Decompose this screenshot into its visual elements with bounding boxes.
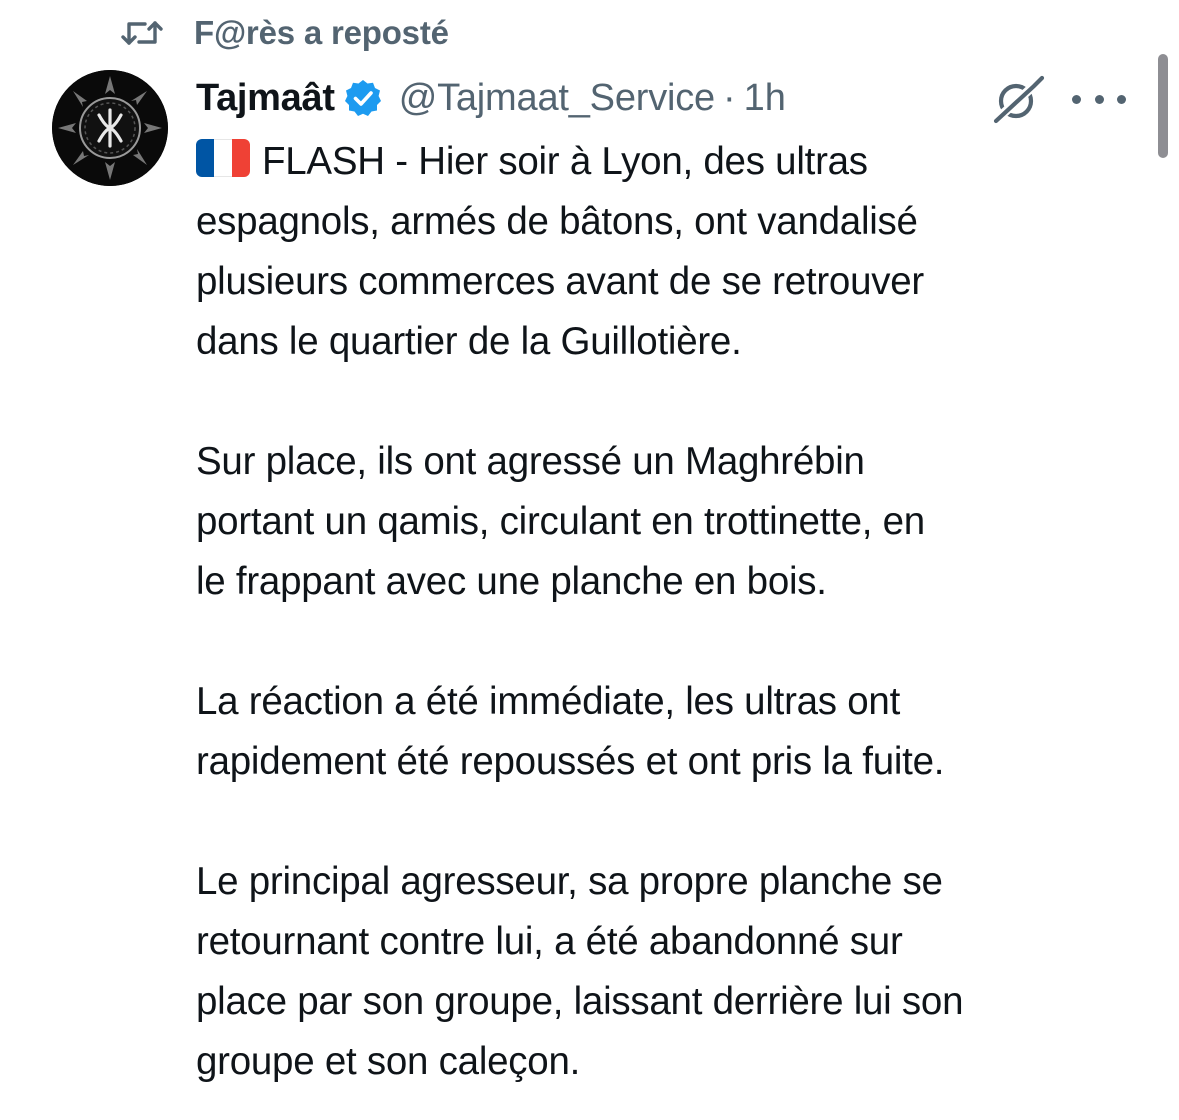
tweet-paragraph: Le principal agresseur, sa propre planch…: [196, 852, 1146, 1092]
tweet-line: place par son groupe, laissant derrière …: [196, 980, 964, 1023]
tweet-line: rapidement été repoussés et ont pris la …: [196, 740, 945, 783]
french-flag-icon: [196, 139, 250, 177]
separator: ·: [722, 76, 736, 119]
display-name[interactable]: Tajmaât: [196, 77, 335, 120]
repost-text[interactable]: F@rès a reposté: [194, 14, 449, 52]
tweet-line-text: FLASH - Hier soir à Lyon, des ultras: [262, 140, 868, 183]
tweet-paragraph: FLASH - Hier soir à Lyon, des ultras esp…: [196, 132, 1146, 372]
more-dot: [1072, 94, 1081, 104]
tweet-paragraph: La réaction a été immédiate, les ultras …: [196, 672, 1146, 792]
tifinagh-yaz-icon: [52, 70, 168, 186]
tweet-line: FLASH - Hier soir à Lyon, des ultras: [196, 132, 1146, 192]
scrollbar[interactable]: [1158, 54, 1168, 158]
avatar[interactable]: [52, 70, 168, 186]
tweet-line: plusieurs commerces avant de se retrouve…: [196, 260, 924, 303]
tweet-line: Le principal agresseur, sa propre planch…: [196, 860, 943, 903]
tweet-line: retournant contre lui, a été abandonné s…: [196, 920, 903, 963]
tweet-paragraph: Sur place, ils ont agressé un Maghrébin …: [196, 432, 1146, 612]
tweet-line: le frappant avec une planche en bois.: [196, 560, 827, 603]
timestamp[interactable]: 1h: [744, 77, 786, 120]
handle[interactable]: @Tajmaat_Service: [399, 77, 715, 120]
repost-indicator[interactable]: F@rès a reposté: [120, 10, 449, 56]
tweet-line: groupe et son caleçon.: [196, 1040, 581, 1083]
more-dot: [1117, 94, 1126, 104]
tweet-page: F@rès a reposté Tajmaât @Tajmaat_Service…: [0, 0, 1179, 1120]
more-icon[interactable]: [1072, 84, 1126, 114]
verified-badge-icon[interactable]: [343, 77, 385, 119]
tweet-line: espagnols, armés de bâtons, ont vandalis…: [196, 200, 918, 243]
more-dot: [1094, 94, 1104, 104]
repost-icon: [120, 13, 164, 53]
tweet-line: Sur place, ils ont agressé un Maghrébin: [196, 440, 865, 483]
tweet-line: La réaction a été immédiate, les ultras …: [196, 680, 901, 723]
grok-icon[interactable]: [990, 74, 1046, 126]
tweet-line: portant un qamis, circulant en trottinet…: [196, 500, 925, 543]
tweet-text: FLASH - Hier soir à Lyon, des ultras esp…: [196, 132, 1146, 1092]
tweet-line: dans le quartier de la Guillotière.: [196, 320, 742, 363]
tweet-header: Tajmaât @Tajmaat_Service · 1h: [196, 72, 786, 124]
